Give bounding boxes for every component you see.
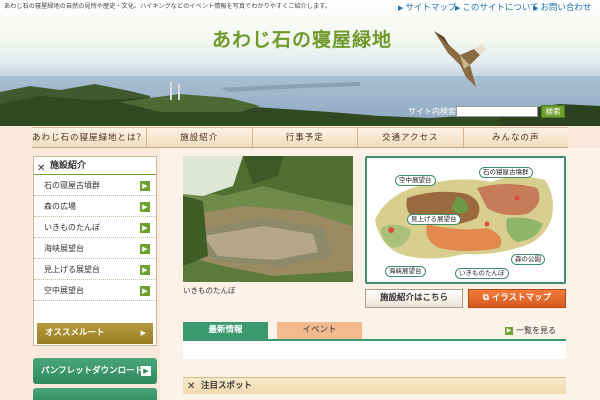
sidebar-heading: ✕ 施設紹介 xyxy=(34,157,156,175)
sidebar-item-strait-observatory[interactable]: 海峡展望台 ▶ xyxy=(34,239,156,259)
header: あわじ石の寝屋緑地の自然の見所や歴史・文化、ハイキングなどのイベント情報を写真で… xyxy=(0,0,600,126)
sidebar-button-cutoff[interactable] xyxy=(33,388,157,400)
news-list xyxy=(183,339,566,359)
view-all-link[interactable]: ▶ 一覧を見る xyxy=(505,325,556,336)
search-label: サイト内検索 xyxy=(408,107,456,116)
arrow-right-icon: ▶ xyxy=(140,202,150,212)
nav-access[interactable]: 交通アクセス xyxy=(358,128,464,147)
hills-photo xyxy=(0,82,600,126)
map-label-forest-park[interactable]: 森の公園 xyxy=(511,254,545,265)
sidebar-item-sky-observatory[interactable]: 空中展望台 ▶ xyxy=(34,281,156,301)
arrow-right-icon: ▶ xyxy=(455,4,461,12)
pamphlet-download-button[interactable]: パンフレットダウンロード ▶ xyxy=(33,358,157,384)
sitemap-link[interactable]: ▶ サイトマップ xyxy=(398,1,456,13)
nav-facilities[interactable]: 施設紹介 xyxy=(147,128,253,147)
about-link[interactable]: ▶ このサイトについて xyxy=(455,1,539,13)
cross-icon: ✕ xyxy=(187,381,196,392)
sidebar-item-rice-field[interactable]: いきものたんぼ ▶ xyxy=(34,218,156,238)
arrow-right-icon: ▶ xyxy=(533,4,539,12)
sidebar-item-lookup-observatory[interactable]: 見上げる展望台 ▶ xyxy=(34,260,156,280)
map-label-lookup-observatory[interactable]: 見上げる展望台 xyxy=(407,214,461,225)
arrow-right-icon: ▶ xyxy=(140,244,150,254)
site-tagline: あわじ石の寝屋緑地の自然の見所や歴史・文化、ハイキングなどのイベント情報を写真で… xyxy=(4,3,332,10)
facility-intro-button[interactable]: 施設紹介はこちら xyxy=(365,289,463,308)
arrow-right-icon: ▶ xyxy=(140,286,150,296)
arrow-right-icon: ▶ xyxy=(140,223,150,233)
sidebar-item-forest-plaza[interactable]: 森の広場 ▶ xyxy=(34,197,156,217)
photo-caption: いきものたんぼ xyxy=(183,286,236,295)
arrow-right-icon: ▶ xyxy=(505,326,513,335)
global-nav: あわじ石の寝屋緑地とは？ 施設紹介 行事予定 交通アクセス みんなの声 xyxy=(32,127,568,148)
tab-events[interactable]: イベント xyxy=(277,322,362,339)
sidebar-facilities: ✕ 施設紹介 石の寝屋古墳群 ▶ 森の広場 ▶ いきものたんぼ ▶ 海峡展望台 ▶ 見上… xyxy=(33,156,157,346)
site-title[interactable]: あわじ石の寝屋緑地 xyxy=(212,25,392,52)
map-label-tombs[interactable]: 石の寝屋古墳群 xyxy=(479,167,533,178)
rice-field-photo[interactable] xyxy=(183,156,353,282)
nav-voices[interactable]: みんなの声 xyxy=(464,128,569,147)
featured-spot-heading: ✕ 注目スポット xyxy=(183,377,566,394)
arrow-right-icon: ▶ xyxy=(398,4,404,12)
nav-events[interactable]: 行事予定 xyxy=(253,128,359,147)
search-input[interactable] xyxy=(456,106,538,117)
search-button[interactable]: 検索 xyxy=(541,105,565,118)
arrow-right-icon: ▶ xyxy=(140,329,146,337)
map-label-strait-observatory[interactable]: 海峡展望台 xyxy=(385,266,426,277)
arrow-right-icon: ▶ xyxy=(141,366,151,376)
arrow-right-icon: ▶ xyxy=(140,181,150,191)
sidebar-item-tombs[interactable]: 石の寝屋古墳群 ▶ xyxy=(34,176,156,196)
illustration-map-button[interactable]: ⧉ イラストマップ xyxy=(468,289,566,308)
map-label-sky-observatory[interactable]: 空中展望台 xyxy=(395,175,436,186)
nav-about[interactable]: あわじ石の寝屋緑地とは？ xyxy=(32,128,148,147)
hawk-illustration xyxy=(434,31,486,87)
tab-latest-news[interactable]: 最新情報 xyxy=(183,322,268,339)
contact-link[interactable]: ▶ お問い合わせ xyxy=(533,1,591,13)
external-link-icon: ⧉ xyxy=(482,293,492,303)
arrow-right-icon: ▶ xyxy=(140,265,150,275)
map-label-rice-field[interactable]: いきものたんぼ xyxy=(455,268,509,279)
facility-map[interactable]: 石の寝屋古墳群 空中展望台 見上げる展望台 森の公園 海峡展望台 いきものたんぼ xyxy=(365,156,566,284)
recommended-route-button[interactable]: オススメルート ▶ xyxy=(37,323,153,344)
